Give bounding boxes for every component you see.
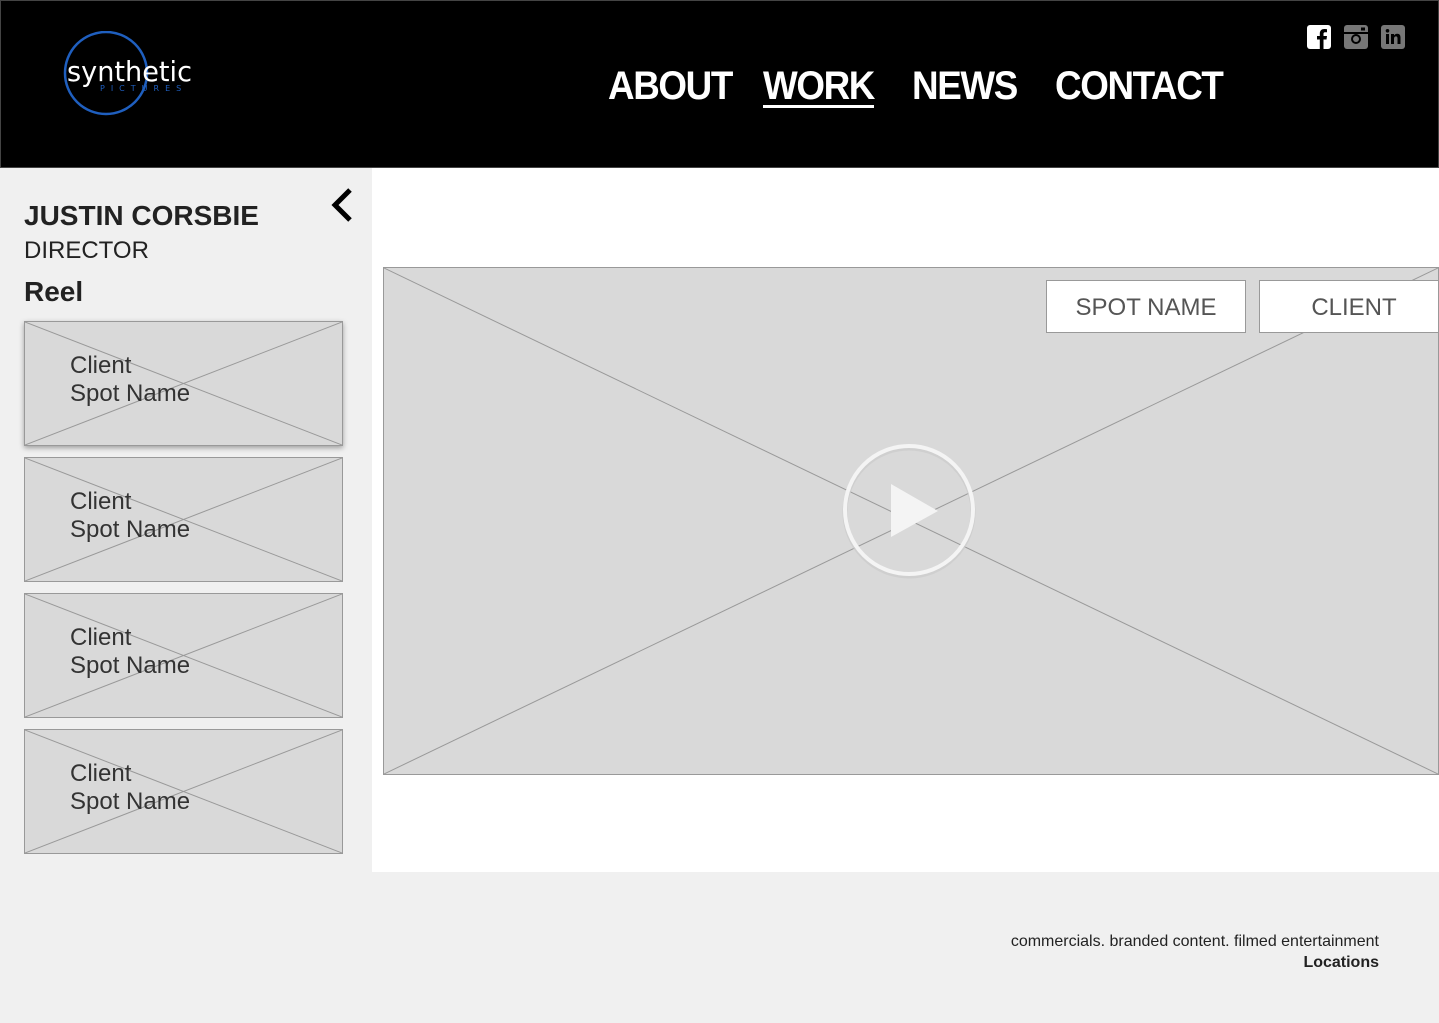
main-nav: ABOUT WORK NEWS CONTACT [1, 61, 1439, 111]
nav-contact[interactable]: CONTACT [1055, 61, 1224, 111]
play-icon[interactable] [841, 444, 977, 580]
reel-thumbnail[interactable]: Client Spot Name [24, 593, 343, 718]
reel-spot-name: Spot Name [70, 788, 191, 815]
nav-news[interactable]: NEWS [912, 61, 1018, 111]
site-footer: commercials. branded content. filmed ent… [0, 872, 1439, 1023]
reel-client: Client [70, 760, 132, 787]
reel-spot-name: Spot Name [70, 380, 191, 407]
video-player[interactable]: SPOT NAME CLIENT [383, 267, 1439, 775]
instagram-icon[interactable] [1344, 25, 1368, 49]
reel-heading: Reel [24, 276, 84, 307]
video-area: SPOT NAME CLIENT [372, 168, 1439, 872]
nav-about[interactable]: ABOUT [608, 61, 733, 111]
linkedin-icon[interactable] [1381, 25, 1405, 49]
director-name: JUSTIN CORSBIE [24, 200, 259, 231]
director-sidebar: JUSTIN CORSBIE DIRECTOR Reel Client Spot… [0, 168, 372, 872]
spot-name-tag: SPOT NAME [1046, 280, 1246, 333]
reel-spot-name: Spot Name [70, 652, 191, 679]
reel-client: Client [70, 352, 132, 379]
reel-client: Client [70, 624, 132, 651]
nav-work[interactable]: WORK [763, 61, 875, 111]
director-role: DIRECTOR [24, 237, 149, 264]
reel-thumbnail[interactable]: Client Spot Name [24, 457, 343, 582]
reel-thumbnail[interactable]: Client Spot Name [24, 321, 343, 446]
reel-client: Client [70, 488, 132, 515]
reel-thumbnail[interactable]: Client Spot Name [24, 729, 343, 854]
site-header: synthetic PICTURES ABOUT WORK NEWS CONTA… [0, 0, 1439, 168]
locations-link[interactable]: Locations [1303, 954, 1379, 972]
facebook-icon[interactable] [1307, 25, 1331, 49]
chevron-left-icon[interactable] [326, 186, 358, 226]
client-tag: CLIENT [1259, 280, 1438, 333]
reel-spot-name: Spot Name [70, 516, 191, 543]
footer-tagline: commercials. branded content. filmed ent… [1010, 933, 1379, 950]
